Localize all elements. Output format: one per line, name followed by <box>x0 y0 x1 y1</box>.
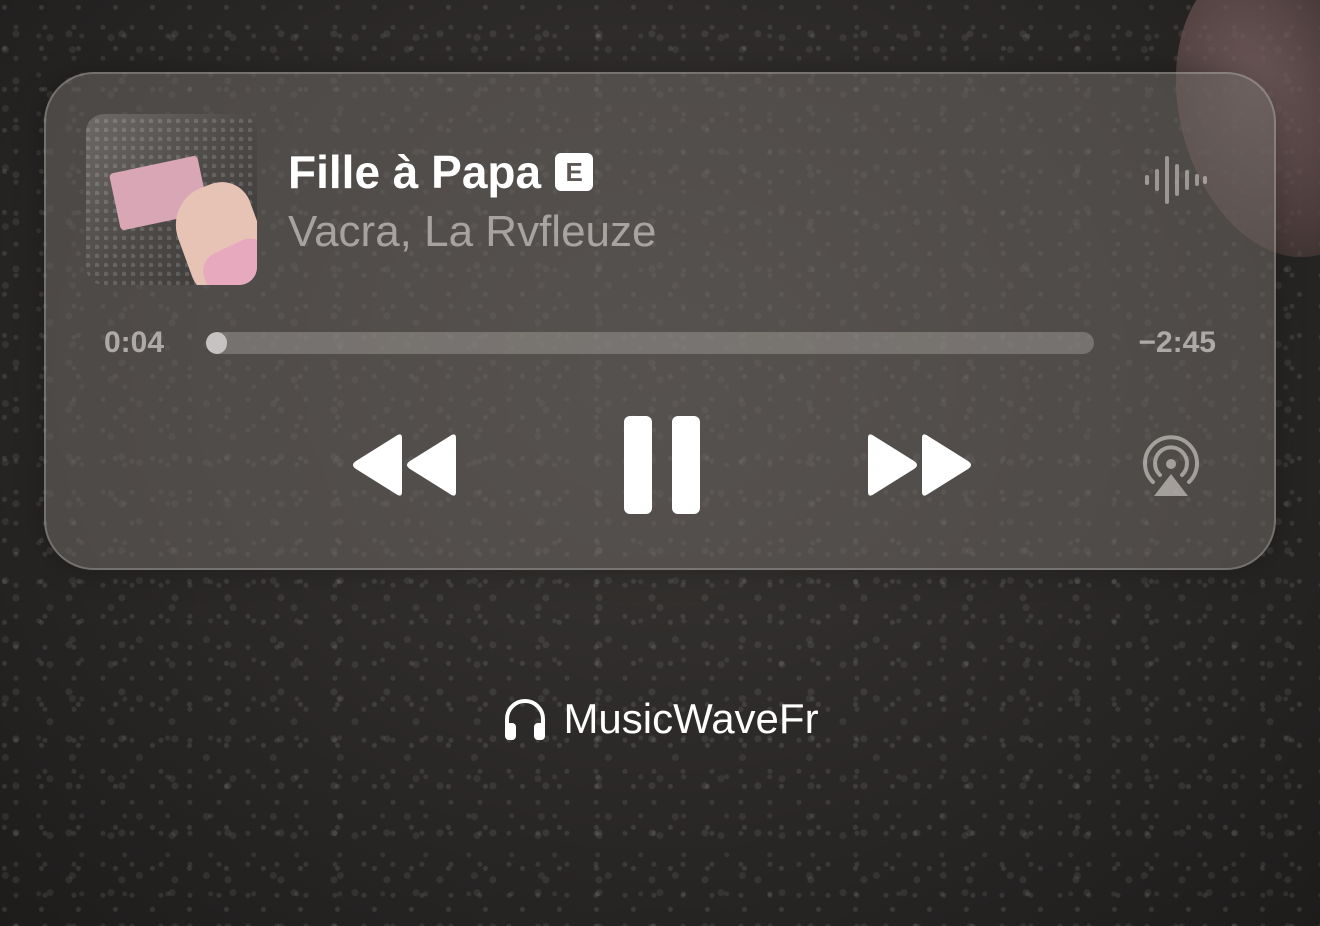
rewind-icon <box>353 434 456 496</box>
rewind-button[interactable] <box>350 432 460 498</box>
audio-waveform-icon <box>1142 154 1208 206</box>
pause-icon <box>624 416 700 514</box>
device-label: MusicWaveFr <box>563 695 819 742</box>
remaining-time: −2:45 <box>1138 326 1216 359</box>
now-playing-source: MusicWaveFr <box>0 694 1320 744</box>
now-playing-widget[interactable]: Fille à Papa E Vacra, La Rvfleuze 0:04 −… <box>44 72 1276 570</box>
airplay-icon <box>1143 435 1199 496</box>
progress-scrubber[interactable] <box>206 332 1094 354</box>
explicit-badge: E <box>555 153 594 191</box>
progress-fill <box>206 332 228 354</box>
fast-forward-button[interactable] <box>864 432 974 498</box>
headphones-icon <box>505 699 546 740</box>
album-artwork[interactable] <box>86 114 257 285</box>
track-title: Fille à Papa <box>288 146 542 198</box>
track-artist: Vacra, La Rvfleuze <box>288 207 657 256</box>
title-row: Fille à Papa E <box>288 146 594 198</box>
fast-forward-icon <box>868 434 971 496</box>
elapsed-time: 0:04 <box>104 326 165 359</box>
pause-button[interactable] <box>622 414 702 516</box>
airplay-button[interactable] <box>1136 430 1206 500</box>
